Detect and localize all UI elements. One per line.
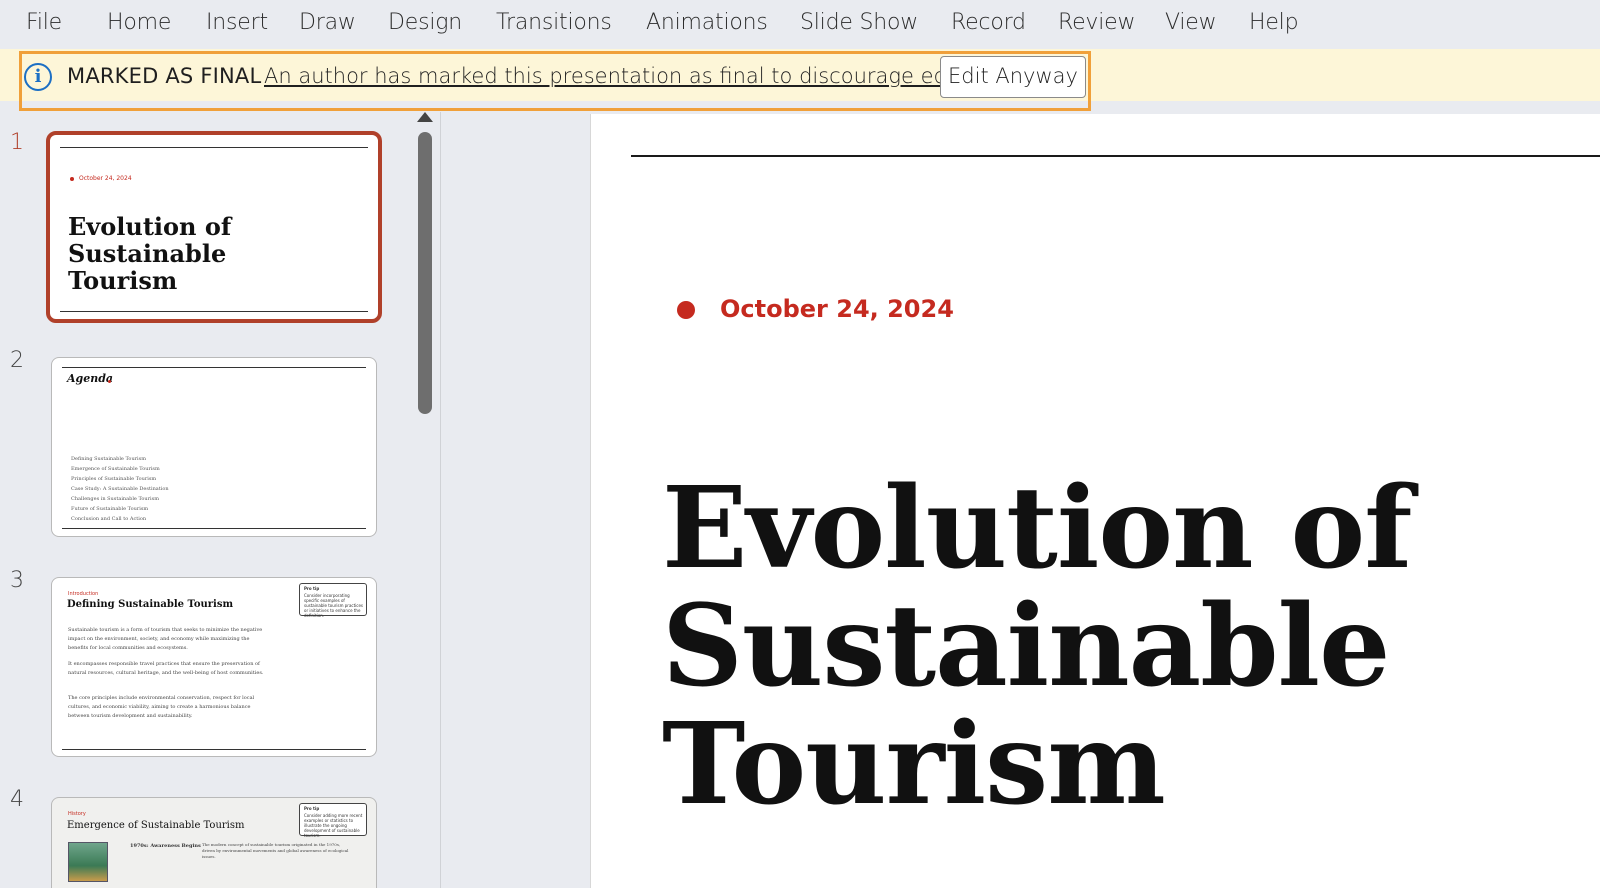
- agenda-item: Future of Sustainable Tourism: [71, 506, 149, 512]
- slide-number-2: 2: [10, 348, 24, 373]
- thumb-paragraph: The core principles include environmenta…: [68, 695, 255, 719]
- slide-number-3: 3: [10, 568, 24, 593]
- thumb-image: [68, 842, 108, 882]
- menu-transitions[interactable]: Transitions: [496, 10, 612, 35]
- menu-design[interactable]: Design: [388, 10, 462, 35]
- slide-thumbnail-3[interactable]: Introduction Defining Sustainable Touris…: [51, 577, 377, 757]
- slide-thumbnail-2[interactable]: Agenda Defining Sustainable Tourism Emer…: [51, 357, 377, 537]
- menu-help[interactable]: Help: [1249, 10, 1299, 35]
- thumb-tip-box: Pro tip Consider incorporating specific …: [299, 583, 367, 618]
- menu-insert[interactable]: Insert: [206, 10, 268, 35]
- slide-title-line-1: Evolution of: [662, 463, 1412, 594]
- agenda-item: Conclusion and Call to Action: [71, 516, 147, 522]
- menu-view[interactable]: View: [1165, 10, 1217, 35]
- menu-file[interactable]: File: [26, 10, 62, 35]
- thumb-date-dot: [70, 177, 74, 181]
- thumb-title: Evolution of Sustainable Tourism: [68, 212, 232, 295]
- thumb-paragraph: Sustainable tourism is a form of tourism…: [68, 627, 263, 651]
- slide-thumbnail-4[interactable]: History Emergence of Sustainable Tourism…: [51, 797, 377, 888]
- agenda-item: Challenges in Sustainable Tourism: [71, 496, 159, 502]
- thumb-title: Defining Sustainable Tourism: [67, 599, 234, 610]
- scrollbar-thumb[interactable]: [418, 132, 432, 414]
- slide-number-4: 4: [10, 787, 24, 812]
- menu-animations[interactable]: Animations: [646, 10, 768, 35]
- thumb-rule-bottom: [60, 311, 368, 312]
- thumb-date: October 24, 2024: [79, 175, 132, 182]
- thumb-section-label: Introduction: [68, 591, 99, 597]
- slide-title: Evolution of Sustainable Tourism: [662, 470, 1582, 824]
- menu-review[interactable]: Review: [1058, 10, 1135, 35]
- menu-draw[interactable]: Draw: [299, 10, 356, 35]
- menu-record[interactable]: Record: [951, 10, 1026, 35]
- thumb-rule-top: [62, 367, 366, 368]
- thumb-row-text: The modern concept of sustainable touris…: [202, 842, 349, 859]
- thumb-tip-box: Pro tip Consider adding more recent exam…: [299, 803, 367, 838]
- thumb-section-label: History: [68, 811, 86, 817]
- agenda-item: Principles of Sustainable Tourism: [71, 476, 157, 482]
- menu-bar: File Home Insert Draw Design Transitions…: [0, 0, 1600, 48]
- date-bullet-dot: [677, 301, 695, 319]
- agenda-item: Case Study: A Sustainable Destination: [71, 486, 169, 492]
- slide-top-rule: [631, 155, 1600, 157]
- agenda-item: Emergence of Sustainable Tourism: [71, 466, 160, 472]
- menu-home[interactable]: Home: [107, 10, 171, 35]
- thumb-rule-top: [60, 147, 368, 148]
- slide-title-line-3: Tourism: [662, 699, 1166, 830]
- info-icon: i: [24, 63, 52, 91]
- slide-number-1: 1: [10, 130, 24, 155]
- thumb-row-heading: 1970s: Awareness Begins: [130, 843, 201, 849]
- edit-anyway-button[interactable]: Edit Anyway: [940, 56, 1086, 98]
- thumb-accent-dot: [108, 380, 111, 383]
- marked-final-message[interactable]: An author has marked this presentation a…: [264, 64, 999, 88]
- slide-date: October 24, 2024: [720, 295, 954, 323]
- slide-title-line-2: Sustainable: [662, 581, 1390, 712]
- thumb-rule-bottom: [62, 528, 366, 529]
- thumb-rule-bottom: [62, 749, 366, 750]
- slide-thumbnail-1[interactable]: October 24, 2024 Evolution of Sustainabl…: [46, 131, 382, 323]
- menu-slide-show[interactable]: Slide Show: [800, 10, 918, 35]
- marked-final-label: MARKED AS FINAL: [67, 64, 262, 88]
- thumb-title: Emergence of Sustainable Tourism: [67, 820, 245, 831]
- thumb-title: Agenda: [67, 372, 114, 385]
- thumb-paragraph: It encompasses responsible travel practi…: [68, 661, 264, 676]
- agenda-item: Defining Sustainable Tourism: [71, 456, 146, 462]
- scroll-up-arrow-icon[interactable]: [417, 112, 433, 122]
